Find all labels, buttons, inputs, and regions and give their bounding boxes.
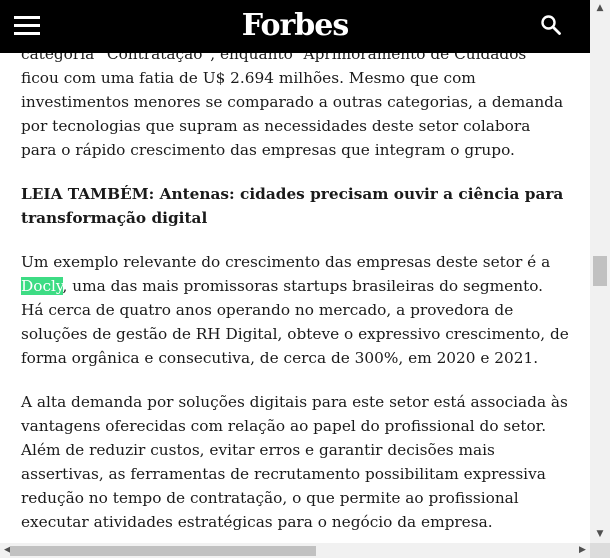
horizontal-scrollbar[interactable]: ◀ ▶: [0, 543, 590, 558]
scroll-down-arrow-icon[interactable]: ▼: [590, 526, 610, 543]
scroll-right-arrow-icon[interactable]: ▶: [575, 543, 590, 558]
read-also-link[interactable]: LEIA TAMBÉM: Antenas: cidades precisam o…: [21, 182, 569, 230]
horizontal-scroll-thumb[interactable]: [10, 546, 316, 556]
scrollbar-corner: [590, 543, 610, 558]
browser-viewport: categoria “Contratação”, enquanto “Aprim…: [0, 0, 590, 543]
search-icon[interactable]: [540, 14, 562, 36]
article-paragraph-docly: Um exemplo relevante do crescimento das …: [21, 250, 569, 370]
article-paragraph: categoria “Contratação”, enquanto “Aprim…: [21, 45, 564, 159]
scroll-up-arrow-icon[interactable]: ▲: [590, 0, 610, 17]
vertical-scrollbar[interactable]: ▲ ▼: [590, 0, 610, 543]
vertical-scroll-thumb[interactable]: [593, 256, 607, 286]
site-header: Forbes: [0, 0, 590, 53]
forbes-logo[interactable]: Forbes: [0, 4, 590, 48]
paragraph-text-after-link: , uma das mais promissoras startups bras…: [21, 277, 569, 367]
article-paragraph: A alta demanda por soluções digitais par…: [21, 393, 568, 531]
paragraph-text-before-link: Um exemplo relevante do crescimento das …: [21, 253, 551, 271]
docly-link[interactable]: Docly: [21, 277, 63, 295]
article-body: categoria “Contratação”, enquanto “Aprim…: [21, 42, 569, 543]
